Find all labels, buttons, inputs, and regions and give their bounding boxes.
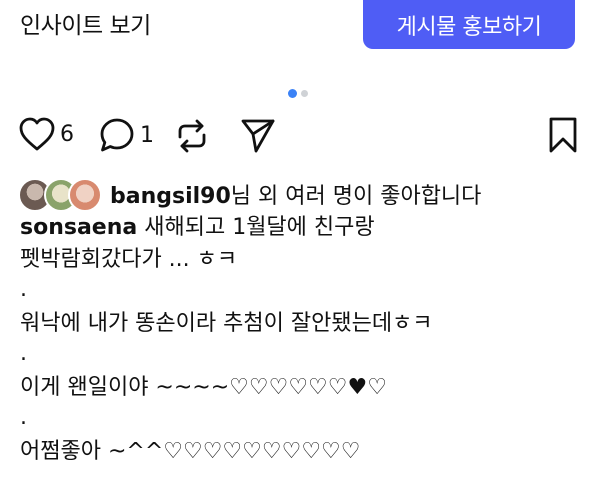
caption-line: . [20,405,27,430]
caption-first-line: sonsaena 새해되고 1월달에 친구랑 [20,212,590,244]
bookmark-icon[interactable] [547,116,579,154]
bookmark-button[interactable] [547,116,579,154]
carousel-dot [301,90,308,97]
repost-icon[interactable] [174,116,210,156]
caption-line: 워낙에 내가 똥손이라 추첨이 잘안됐는데ㅎㅋ [20,311,433,336]
post-caption: sonsaena 새해되고 1월달에 친구랑 펫박람회갔다가 ... ㅎㅋ . … [20,212,590,468]
caption-text: 새해되고 1월달에 친구랑 [137,215,375,240]
post-top-bar: 인사이트 보기 게시물 홍보하기 [0,0,600,60]
carousel-dot-active [288,89,297,98]
send-icon[interactable] [239,116,277,154]
like-group: 6 [18,116,74,152]
comment-group: 1 [98,116,154,154]
carousel-indicator [288,89,308,98]
repost-button[interactable] [174,116,210,156]
heart-icon[interactable] [18,116,56,152]
liked-by-row[interactable]: bangsil90님 외 여러 명이 좋아합니다 [18,176,481,212]
caption-line: . [20,277,27,302]
view-insights-link[interactable]: 인사이트 보기 [20,6,151,40]
caption-username[interactable]: sonsaena [20,215,137,240]
liked-by-text: bangsil90님 외 여러 명이 좋아합니다 [110,178,481,210]
comment-count[interactable]: 1 [140,123,154,148]
like-count[interactable]: 6 [60,122,74,147]
caption-line: 펫박람회갔다가 ... ㅎㅋ [20,247,238,272]
comment-icon[interactable] [98,116,136,154]
caption-line: 이게 왠일이야 ~~~~♡♡♡♡♡♡♥♡ [20,375,387,400]
send-button[interactable] [239,116,277,154]
promote-post-button[interactable]: 게시물 홍보하기 [363,0,575,49]
liker-avatars[interactable] [18,177,102,212]
liked-by-suffix: 님 외 여러 명이 좋아합니다 [230,184,482,209]
caption-line: . [20,341,27,366]
caption-line: 어쩜좋아 ~^^♡♡♡♡♡♡♡♡♡♡ [20,439,361,464]
post-action-bar: 6 1 [0,116,600,160]
avatar [68,178,102,212]
liked-by-username[interactable]: bangsil90 [110,184,231,209]
